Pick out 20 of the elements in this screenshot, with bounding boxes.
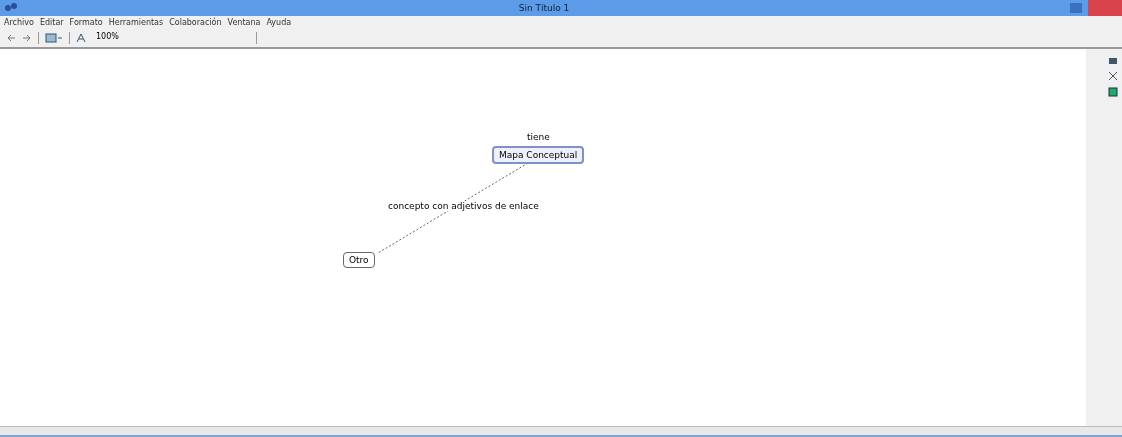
menu-item[interactable]: Ayuda <box>266 18 292 27</box>
menu-item[interactable]: Colaboración <box>169 18 222 27</box>
panel-icon[interactable] <box>1108 87 1118 97</box>
window-icon[interactable] <box>45 33 63 43</box>
menu-item[interactable]: Archivo <box>4 18 34 27</box>
menu-item[interactable]: Ventana <box>227 18 261 27</box>
concept-node[interactable]: Otro <box>343 252 375 268</box>
link-label[interactable]: concepto con adjetivos de enlace <box>388 201 539 211</box>
forward-arrow-icon[interactable] <box>22 33 32 43</box>
concept-node[interactable]: Mapa Conceptual <box>492 146 585 164</box>
link-label[interactable]: tiene <box>527 132 550 142</box>
menu-item[interactable]: Formato <box>69 18 103 27</box>
font-icon[interactable] <box>76 33 88 43</box>
zoom-field[interactable]: 100% <box>94 32 257 44</box>
app-icon <box>4 2 18 14</box>
horizontal-scrollbar[interactable] <box>0 426 1122 437</box>
back-arrow-icon[interactable] <box>6 33 16 43</box>
menu-item[interactable]: Editar <box>39 18 64 27</box>
window-title: Sin Título 1 <box>517 3 571 13</box>
menu-item[interactable]: Herramientas <box>108 18 164 27</box>
